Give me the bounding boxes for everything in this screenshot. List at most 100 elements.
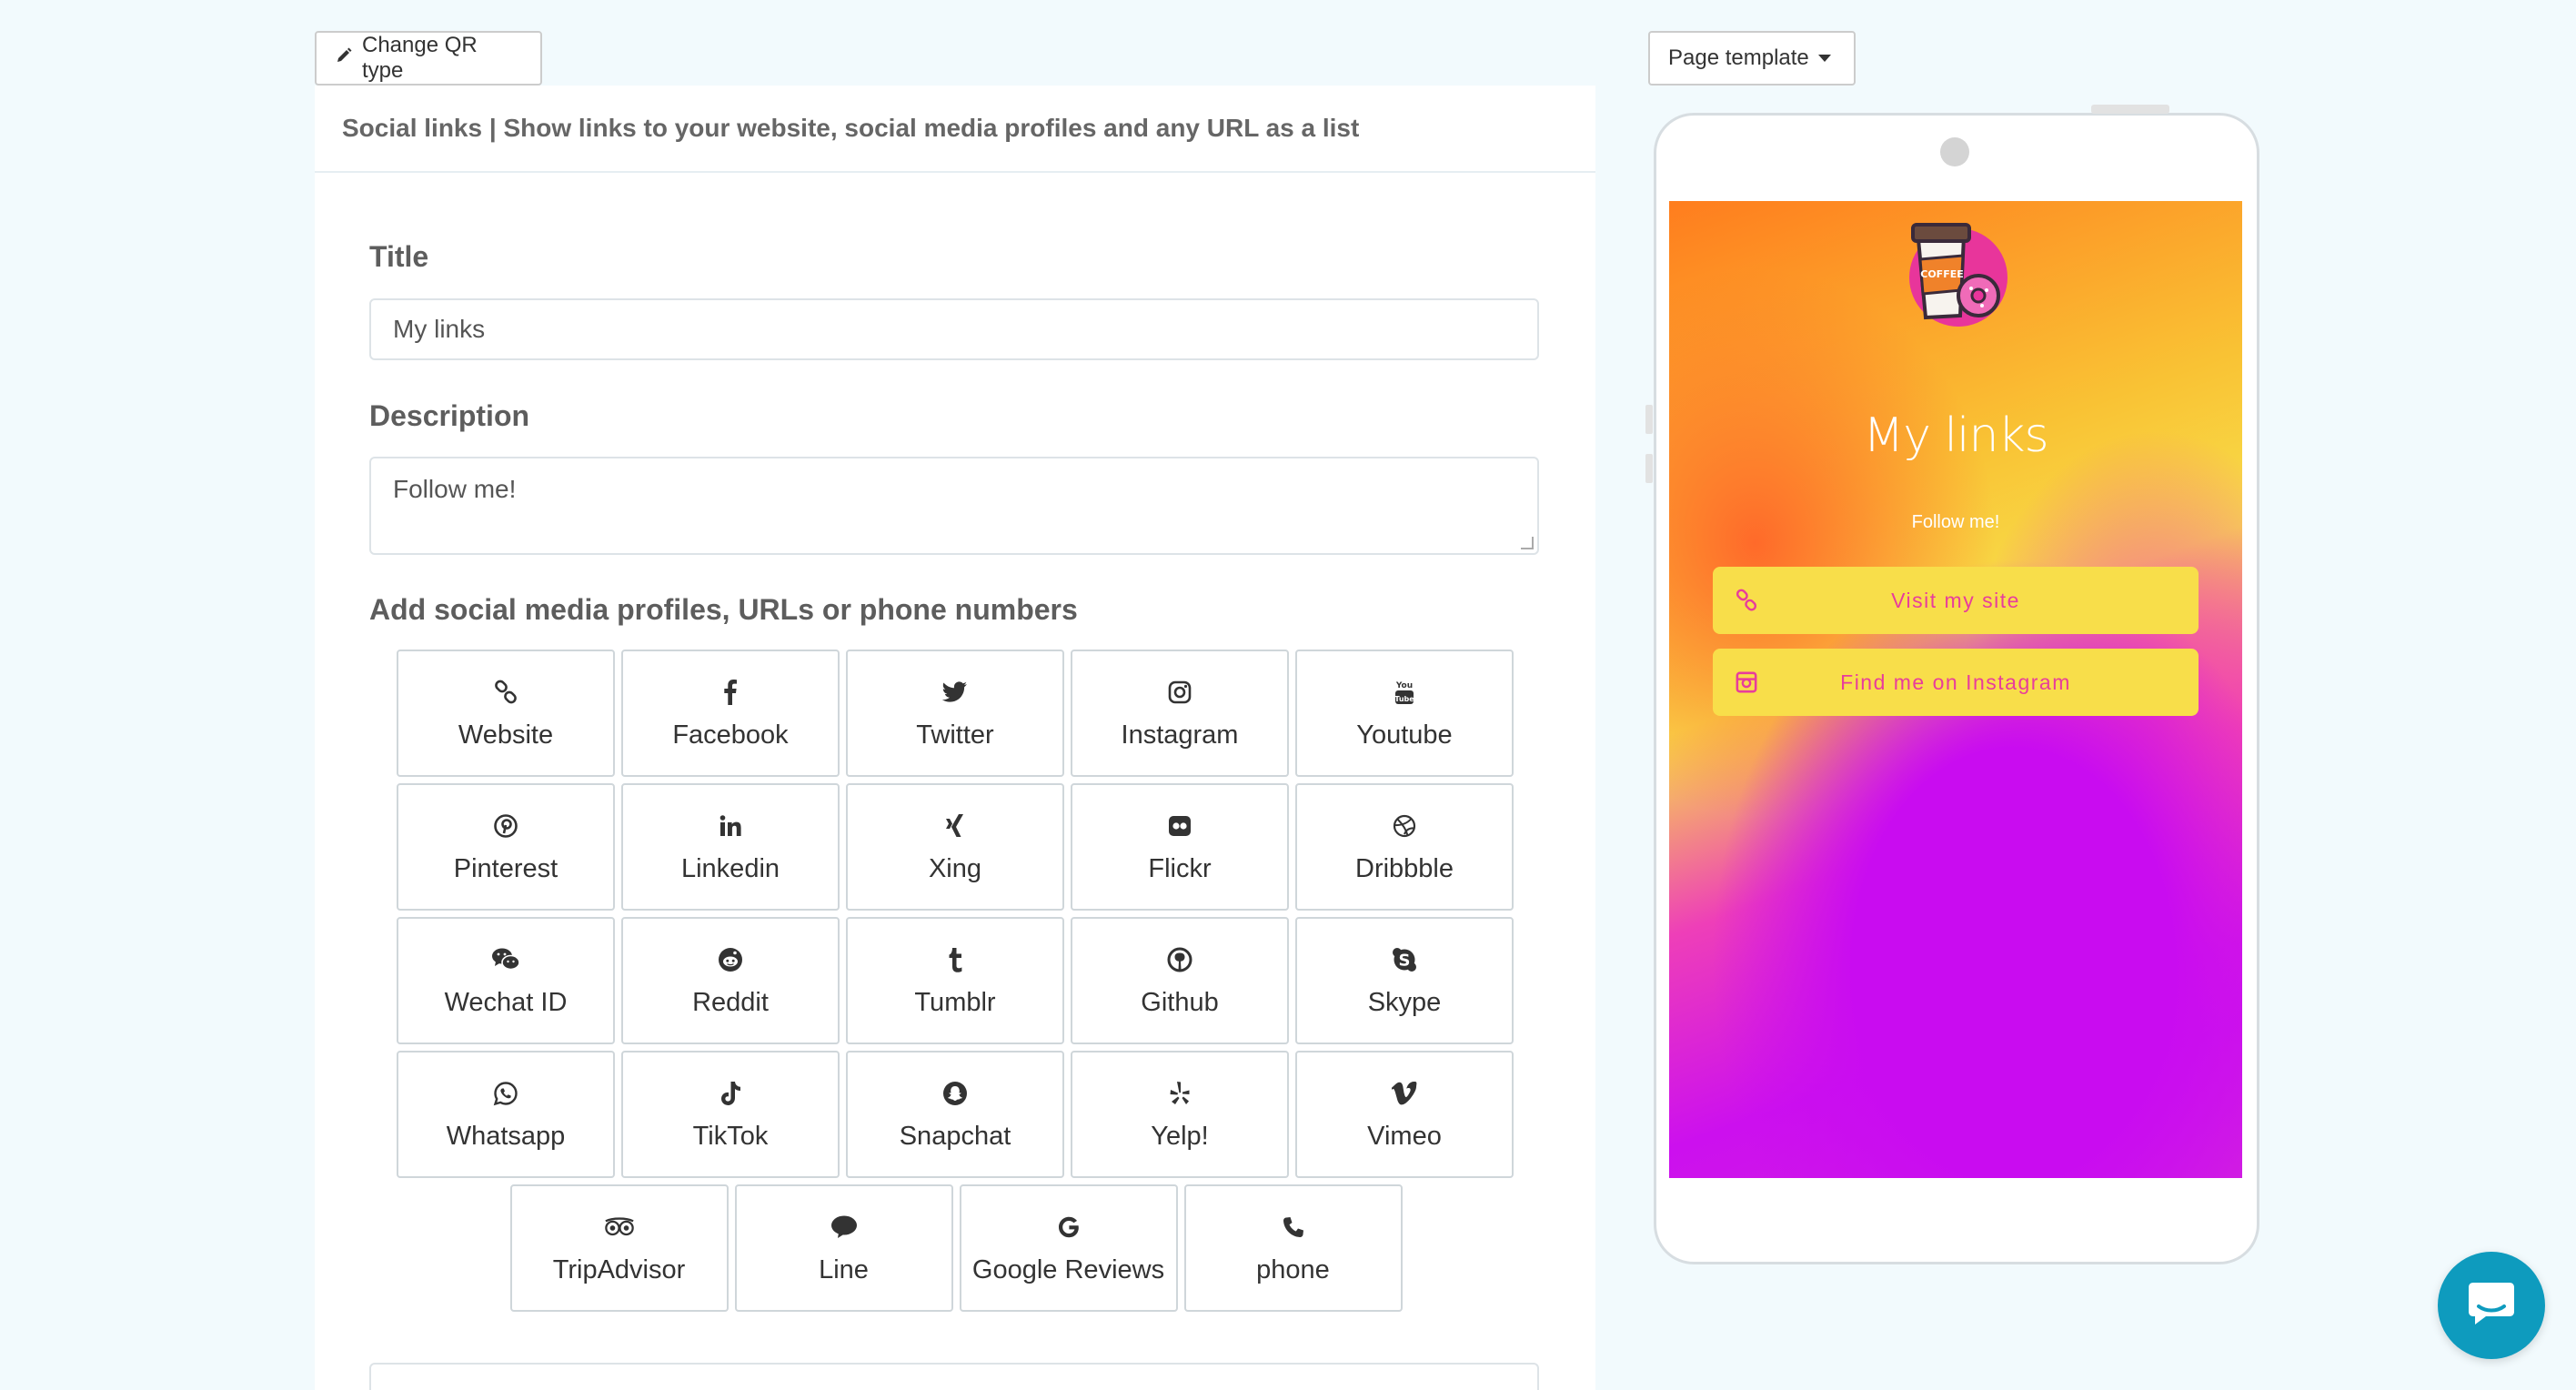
social-option-phone[interactable]: phone: [1183, 1184, 1403, 1312]
wechat-icon: [490, 944, 521, 975]
dribbble-icon: [1389, 811, 1420, 841]
social-option-label: TripAdvisor: [552, 1254, 686, 1284]
caret-down-icon: [1817, 55, 1831, 62]
social-option-label: Line: [819, 1254, 869, 1284]
social-option-skype[interactable]: S Skype: [1295, 917, 1514, 1044]
social-option-label: Wechat ID: [444, 987, 568, 1017]
tumblr-icon: [940, 944, 971, 975]
social-option-tiktok[interactable]: TikTok: [621, 1051, 840, 1178]
social-row: Website Facebook Twitter Instagram You T…: [397, 650, 1515, 777]
social-option-label: Whatsapp: [446, 1121, 566, 1151]
social-row: Pinterest Linkedin Xing Flickr Dribbble: [397, 783, 1515, 911]
add-profiles-label: Add social media profiles, URLs or phone…: [369, 593, 1078, 626]
linkedin-icon: [715, 811, 746, 841]
phone-volume-down-button: [1645, 454, 1653, 483]
pencil-icon: [335, 45, 353, 71]
social-option-snapchat[interactable]: Snapchat: [846, 1051, 1064, 1178]
social-option-github[interactable]: Github: [1071, 917, 1289, 1044]
social-option-label: Tumblr: [914, 987, 996, 1017]
xing-icon: [940, 811, 971, 841]
twitter-icon: [940, 677, 971, 708]
tiktok-icon: [715, 1078, 746, 1109]
social-option-label: TikTok: [692, 1121, 769, 1151]
phone-icon: [1278, 1212, 1309, 1243]
social-option-label: Skype: [1367, 987, 1442, 1017]
social-option-tripadvisor[interactable]: TripAdvisor: [509, 1184, 729, 1312]
page-template-dropdown[interactable]: Page template: [1648, 31, 1856, 86]
facebook-icon: [715, 677, 746, 708]
social-option-website[interactable]: Website: [397, 650, 615, 777]
logo-text: COFFEE: [1920, 268, 1963, 280]
description-textarea[interactable]: Follow me!: [369, 457, 1539, 555]
whatsapp-icon: [490, 1078, 521, 1109]
preview-link-button-instagram[interactable]: Find me on Instagram: [1713, 649, 2199, 716]
svg-text:S: S: [1399, 951, 1411, 970]
social-option-youtube[interactable]: You Tube Youtube: [1295, 650, 1514, 777]
social-row: TripAdvisor Line Google Reviews phone: [397, 1184, 1515, 1312]
line-icon: [829, 1212, 860, 1243]
social-option-label: Yelp!: [1151, 1121, 1209, 1151]
preview-title: My links: [1863, 408, 2048, 463]
preview-link-button-site[interactable]: Visit my site: [1713, 567, 2199, 634]
page-template-label: Page template: [1668, 45, 1809, 70]
social-option-whatsapp[interactable]: Whatsapp: [397, 1051, 615, 1178]
phone-volume-up-button: [1645, 405, 1653, 434]
page: Change QR type Page template Social link…: [0, 0, 2576, 1390]
title-input[interactable]: My links: [369, 298, 1539, 360]
social-option-line[interactable]: Line: [734, 1184, 953, 1312]
social-option-label: Pinterest: [453, 853, 558, 883]
social-option-label: phone: [1256, 1254, 1330, 1284]
title-label: Title: [369, 240, 429, 273]
social-option-label: Github: [1141, 987, 1219, 1017]
social-option-linkedin[interactable]: Linkedin: [621, 783, 840, 911]
preview-link-label: Find me on Instagram: [1840, 670, 2071, 694]
social-option-pinterest[interactable]: Pinterest: [397, 783, 615, 911]
social-options-grid: Website Facebook Twitter Instagram You T…: [397, 650, 1515, 1318]
social-option-instagram[interactable]: Instagram: [1071, 650, 1289, 777]
social-option-label: Facebook: [672, 720, 789, 750]
social-option-label: Linkedin: [680, 853, 780, 883]
profile-url-input[interactable]: [369, 1363, 1539, 1390]
social-option-dribbble[interactable]: Dribbble: [1295, 783, 1514, 911]
social-option-label: Vimeo: [1367, 1121, 1442, 1151]
social-option-label: Twitter: [916, 720, 994, 750]
preview-link-label: Visit my site: [1891, 588, 2020, 612]
chat-icon: [2466, 1279, 2517, 1333]
title-input-value: My links: [393, 315, 486, 343]
social-option-label: Website: [458, 720, 554, 750]
social-row: Wechat ID Reddit Tumblr Github S Skype: [397, 917, 1515, 1044]
social-option-flickr[interactable]: Flickr: [1071, 783, 1289, 911]
social-option-label: Reddit: [692, 987, 769, 1017]
social-option-twitter[interactable]: Twitter: [846, 650, 1064, 777]
google-icon: [1053, 1212, 1084, 1243]
description-label: Description: [369, 399, 530, 432]
change-qr-type-button[interactable]: Change QR type: [315, 31, 542, 86]
social-option-wechat[interactable]: Wechat ID: [397, 917, 615, 1044]
chat-button[interactable]: [2438, 1252, 2545, 1359]
pinterest-icon: [490, 811, 521, 841]
coffee-logo: COFFEE: [1900, 212, 2011, 330]
social-option-xing[interactable]: Xing: [846, 783, 1064, 911]
social-row: Whatsapp TikTok Snapchat Yelp! Vimeo: [397, 1051, 1515, 1178]
tripadvisor-icon: [604, 1212, 635, 1243]
snapchat-icon: [940, 1078, 971, 1109]
social-option-label: Dribbble: [1355, 853, 1454, 883]
social-option-google-reviews[interactable]: Google Reviews: [959, 1184, 1178, 1312]
link-icon: [490, 677, 521, 708]
phone-camera: [1940, 137, 1969, 166]
yelp-icon: [1164, 1078, 1195, 1109]
social-option-label: Youtube: [1356, 720, 1453, 750]
social-option-tumblr[interactable]: Tumblr: [846, 917, 1064, 1044]
svg-text:You: You: [1395, 681, 1413, 690]
social-option-yelp[interactable]: Yelp!: [1071, 1051, 1289, 1178]
svg-text:Tube: Tube: [1394, 695, 1414, 703]
social-option-label: Xing: [928, 853, 982, 883]
instagram-icon: [1164, 677, 1195, 708]
social-option-vimeo[interactable]: Vimeo: [1295, 1051, 1514, 1178]
instagram-icon: [1733, 669, 1760, 696]
change-qr-type-label: Change QR type: [362, 33, 478, 83]
preview-description: Follow me!: [1911, 512, 2000, 532]
social-option-facebook[interactable]: Facebook: [621, 650, 840, 777]
resize-grip-icon[interactable]: [1521, 537, 1534, 549]
social-option-reddit[interactable]: Reddit: [621, 917, 840, 1044]
